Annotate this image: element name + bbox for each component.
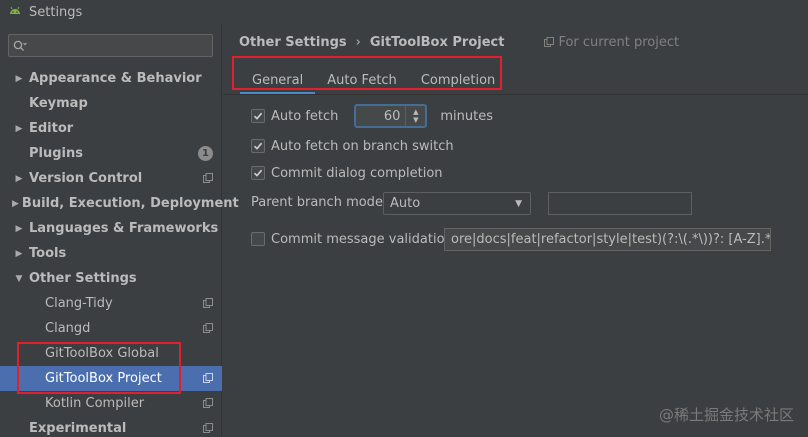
decrement-arrow-icon[interactable]: ▼ <box>413 116 418 124</box>
sidebar-item-label: Tools <box>29 246 67 261</box>
title-bar: Settings <box>0 0 808 24</box>
sidebar-item-editor[interactable]: ▶ Editor <box>0 116 222 141</box>
chevron-right-icon[interactable]: ▶ <box>12 249 26 259</box>
project-scope-icon <box>203 398 213 408</box>
breadcrumb-current: GitToolBox Project <box>369 34 505 50</box>
sidebar-item-appearance-behavior[interactable]: ▶ Appearance & Behavior <box>0 66 222 91</box>
spinner-buttons[interactable]: ▲ ▼ <box>405 106 425 126</box>
auto-fetch-checkbox[interactable] <box>251 109 265 123</box>
sidebar-item-gittoolbox-project[interactable]: GitToolBox Project <box>0 366 222 391</box>
chevron-down-icon: ▼ <box>515 199 522 209</box>
settings-sidebar: ▶ Appearance & Behavior Keymap ▶ Editor … <box>0 24 239 437</box>
scope-indicator: For current project <box>544 35 679 50</box>
sidebar-item-other-settings[interactable]: ▼ Other Settings <box>0 266 222 291</box>
sidebar-item-plugins[interactable]: Plugins 1 <box>0 141 222 166</box>
sidebar-item-build-execution-deployment[interactable]: ▶ Build, Execution, Deployment <box>0 191 239 216</box>
sidebar-item-label: GitToolBox Project <box>45 371 162 386</box>
chevron-right-icon[interactable]: ▶ <box>12 74 26 84</box>
tab-completion[interactable]: Completion <box>409 67 507 93</box>
breadcrumb-separator: › <box>355 34 361 50</box>
increment-arrow-icon[interactable]: ▲ <box>413 108 418 116</box>
sidebar-item-label: Clangd <box>45 321 91 336</box>
auto-fetch-interval-value[interactable]: 60 <box>356 109 404 124</box>
settings-tree: ▶ Appearance & Behavior Keymap ▶ Editor … <box>0 66 239 437</box>
chevron-down-icon[interactable]: ▼ <box>12 274 26 284</box>
project-scope-icon <box>203 173 213 183</box>
commit-dialog-completion-checkbox[interactable] <box>251 166 265 180</box>
parent-branch-mode-label: Parent branch mode <box>251 195 383 210</box>
commit-message-validation-label: Commit message validation <box>271 231 453 247</box>
sidebar-item-clangd[interactable]: Clangd <box>0 316 222 341</box>
tab-bar: General Auto Fetch Completion <box>240 67 507 95</box>
sidebar-item-clang-tidy[interactable]: Clang-Tidy <box>0 291 222 316</box>
chevron-right-icon[interactable]: ▶ <box>12 224 26 234</box>
sidebar-item-label: GitToolBox Global <box>45 346 159 361</box>
auto-fetch-unit: minutes <box>440 108 493 124</box>
sidebar-item-version-control[interactable]: ▶ Version Control <box>0 166 222 191</box>
android-logo-icon <box>10 6 20 14</box>
scope-label: For current project <box>558 34 680 50</box>
tab-general[interactable]: General <box>240 67 316 95</box>
commit-message-regex-field[interactable]: ore|docs|feat|refactor|style|test)(?:\(.… <box>444 228 771 251</box>
parent-branch-extra-field[interactable] <box>548 192 692 215</box>
sidebar-item-label: Keymap <box>29 96 88 111</box>
sidebar-item-label: Kotlin Compiler <box>45 396 145 411</box>
settings-content: Other Settings › GitToolBox Project For … <box>223 24 808 437</box>
sidebar-item-label: Version Control <box>29 171 143 186</box>
project-scope-icon <box>203 298 213 308</box>
auto-fetch-branch-switch-checkbox[interactable] <box>251 139 265 153</box>
watermark-text: @稀土掘金技术社区 <box>658 406 794 424</box>
commit-message-validation-row: Commit message validation <box>251 230 453 248</box>
sidebar-item-label: Languages & Frameworks <box>29 221 219 236</box>
search-icon <box>13 40 27 51</box>
sidebar-item-keymap[interactable]: Keymap <box>0 91 222 116</box>
search-input[interactable] <box>31 38 201 53</box>
sidebar-item-label: Plugins <box>29 146 83 161</box>
parent-branch-mode-select[interactable]: Auto ▼ <box>383 192 531 215</box>
project-scope-icon <box>203 423 213 433</box>
auto-fetch-branch-switch-row: Auto fetch on branch switch <box>251 137 454 155</box>
auto-fetch-row: Auto fetch 60 ▲ ▼ minutes <box>251 104 493 128</box>
project-scope-icon <box>203 373 213 383</box>
auto-fetch-label: Auto fetch <box>271 108 339 124</box>
watermark: @稀土掘金技术社区 <box>659 404 794 425</box>
sidebar-item-label: Other Settings <box>29 271 137 286</box>
sidebar-item-label: Editor <box>29 121 74 136</box>
checkmark-icon <box>253 142 263 150</box>
parent-branch-mode-value: Auto <box>390 196 421 211</box>
updates-count-badge: 1 <box>198 146 213 161</box>
project-scope-icon <box>203 323 213 333</box>
project-scope-icon <box>544 37 555 47</box>
sidebar-item-languages-frameworks[interactable]: ▶ Languages & Frameworks <box>0 216 222 241</box>
window-title: Settings <box>29 4 83 20</box>
sidebar-item-label: Appearance & Behavior <box>29 71 202 86</box>
chevron-right-icon[interactable]: ▶ <box>12 199 19 209</box>
checkmark-icon <box>253 169 263 177</box>
sidebar-item-kotlin-compiler[interactable]: Kotlin Compiler <box>0 391 222 416</box>
chevron-right-icon[interactable]: ▶ <box>12 174 26 184</box>
sidebar-item-label: Build, Execution, Deployment <box>21 196 239 211</box>
breadcrumb-parent[interactable]: Other Settings <box>239 35 347 50</box>
commit-message-validation-checkbox[interactable] <box>251 232 265 246</box>
sidebar-item-tools[interactable]: ▶ Tools <box>0 241 222 266</box>
breadcrumb: Other Settings › GitToolBox Project For … <box>239 33 679 51</box>
sidebar-item-experimental[interactable]: Experimental <box>0 416 222 437</box>
checkmark-icon <box>253 112 263 120</box>
auto-fetch-branch-switch-label: Auto fetch on branch switch <box>271 138 454 154</box>
sidebar-item-label: Clang-Tidy <box>45 296 113 311</box>
sidebar-item-gittoolbox-global[interactable]: GitToolBox Global <box>0 341 222 366</box>
settings-search[interactable] <box>8 34 213 57</box>
sidebar-item-label: Experimental <box>29 421 127 436</box>
tab-divider <box>223 94 808 95</box>
chevron-right-icon[interactable]: ▶ <box>12 124 26 134</box>
commit-dialog-completion-label: Commit dialog completion <box>271 165 443 181</box>
auto-fetch-interval-spinner[interactable]: 60 ▲ ▼ <box>354 104 428 128</box>
commit-dialog-completion-row: Commit dialog completion <box>251 164 443 182</box>
tab-auto-fetch[interactable]: Auto Fetch <box>315 67 409 93</box>
